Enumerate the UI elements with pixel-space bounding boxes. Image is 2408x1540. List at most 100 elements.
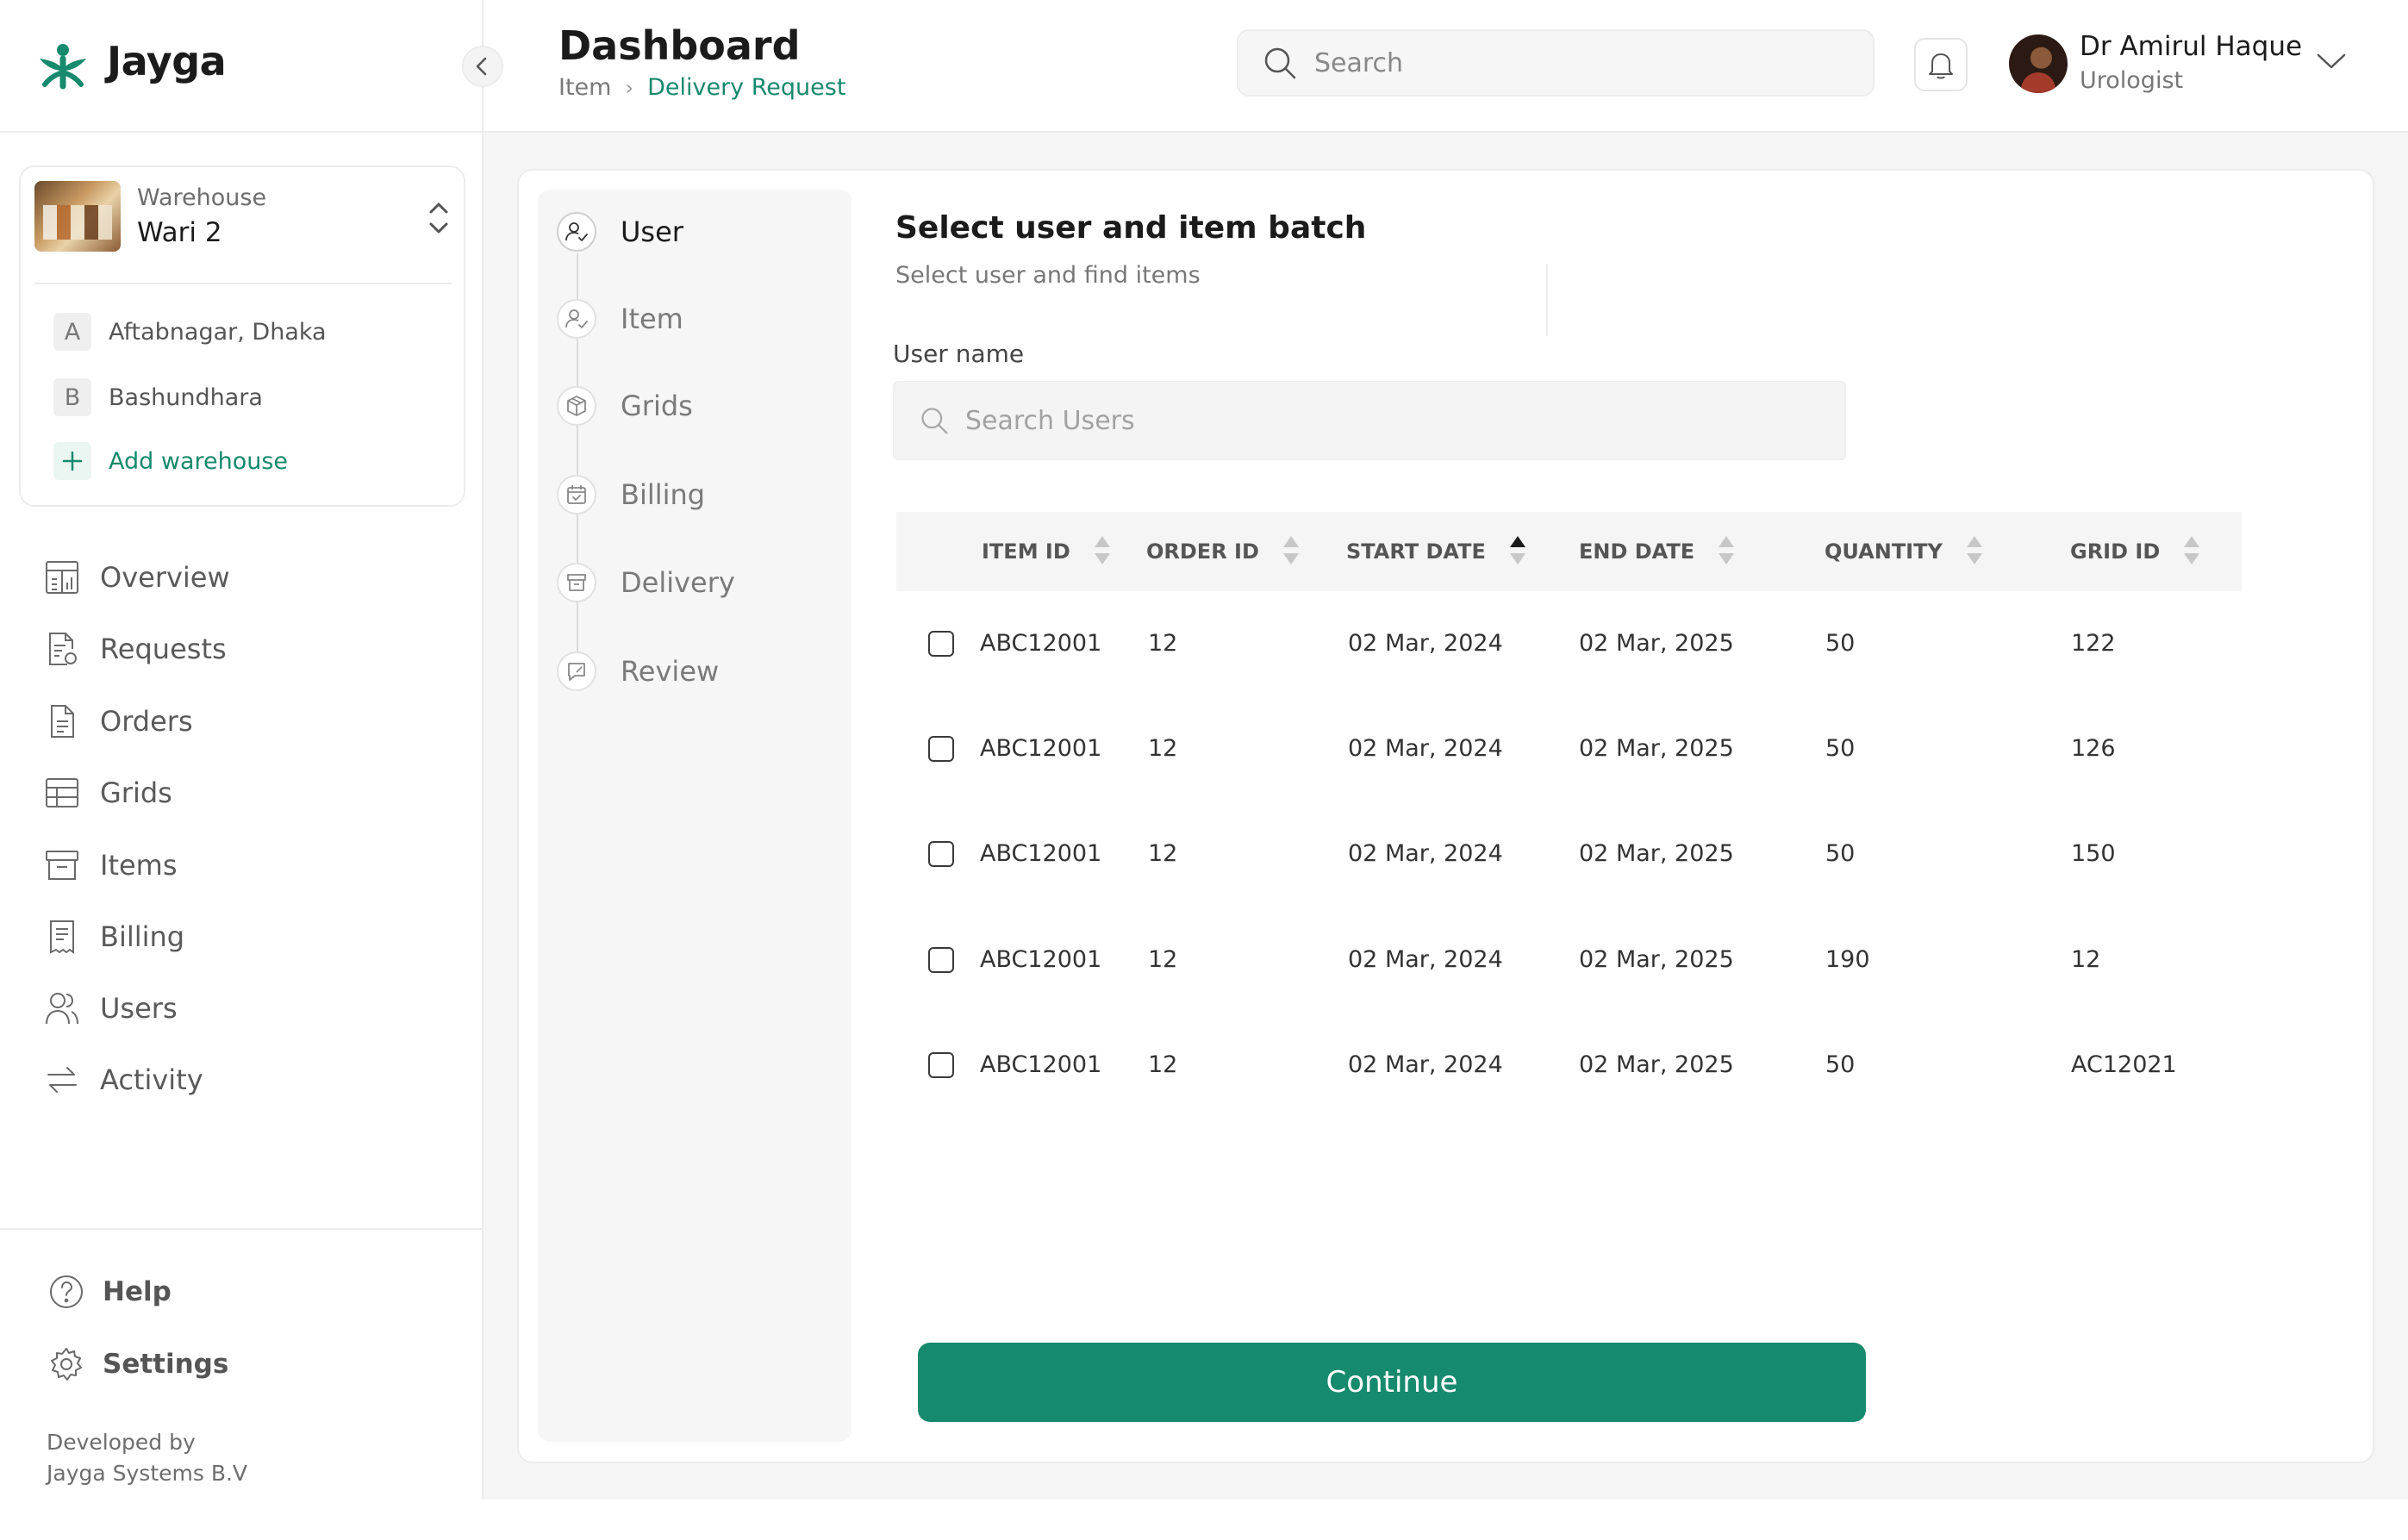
table-row[interactable]: ABC12001 12 02 Mar, 2024 02 Mar, 2025 19… [896,920,2242,999]
step-billing[interactable]: Billing [557,473,705,516]
cell-item-id: ABC12001 [980,629,1102,657]
form-subtitle: Select user and find items [895,262,1201,289]
table-row[interactable]: ABC12001 12 02 Mar, 2024 02 Mar, 2025 50… [896,708,2242,788]
help-link[interactable]: Help [47,1270,172,1313]
column-header-quantity[interactable]: QUANTITY [1825,512,1984,591]
page-title: Dashboard [558,22,801,69]
cell-grid-id: 126 [2071,734,2116,762]
user-name-label: User name [893,340,1025,368]
column-header-end-date[interactable]: END DATE [1579,512,1736,591]
breadcrumb-current: Delivery Request [647,74,846,101]
chevron-up-down-icon[interactable] [426,196,452,240]
cell-quantity: 50 [1825,629,1856,657]
cell-order-id: 12 [1148,629,1178,657]
top-header: Dashboard Item › Delivery Request Dr Ami… [483,0,2408,133]
nav-item-grids[interactable]: Grids [43,771,172,814]
nav-item-activity[interactable]: Activity [43,1058,203,1101]
warehouse-item-label: Bashundhara [109,383,263,411]
cell-item-id: ABC12001 [980,839,1102,867]
notifications-button[interactable] [1914,38,1968,91]
form-title: Select user and item batch [895,210,1367,246]
table-row[interactable]: ABC12001 12 02 Mar, 2024 02 Mar, 2025 50… [896,1025,2242,1104]
user-search-input[interactable] [965,405,1741,436]
table-row[interactable]: ABC12001 12 02 Mar, 2024 02 Mar, 2025 50… [896,603,2242,683]
step-label: Billing [621,478,706,511]
row-checkbox[interactable] [928,736,954,762]
nav-item-orders[interactable]: Orders [43,700,193,743]
row-checkbox[interactable] [928,1052,954,1078]
step-review[interactable]: Review [557,650,719,693]
items-icon [43,846,81,884]
search-icon [1261,44,1299,82]
warehouse-switcher[interactable]: Warehouse Wari 2 A Aftabnagar, Dhaka B B… [19,165,465,507]
bell-icon [1929,53,1953,79]
row-checkbox[interactable] [928,841,954,867]
column-header-start-date[interactable]: START DATE [1346,512,1527,591]
step-item[interactable]: Item [557,297,683,340]
gear-icon [47,1345,85,1383]
chevron-left-icon [476,57,487,76]
step-label: Grids [621,390,693,422]
nav-label: Activity [100,1063,203,1096]
sort-icon[interactable] [2182,534,2201,569]
table-row[interactable]: ABC12001 12 02 Mar, 2024 02 Mar, 2025 50… [896,814,2242,893]
cell-start-date: 02 Mar, 2024 [1348,839,1503,867]
nav-item-requests[interactable]: Requests [43,627,227,670]
warehouse-item-bashundhara[interactable]: B Bashundhara [53,377,263,417]
settings-link[interactable]: Settings [47,1343,228,1386]
step-user[interactable]: User [557,210,683,253]
plus-icon [53,442,91,480]
nav-item-billing[interactable]: Billing [43,915,184,958]
column-header-order-id[interactable]: ORDER ID [1146,512,1301,591]
sort-icon[interactable] [1282,534,1301,569]
user-name: Dr Amirul Haque [2080,31,2303,62]
cell-quantity: 50 [1825,1051,1856,1078]
billing-icon [43,918,81,956]
sort-icon[interactable] [1093,534,1112,569]
cell-grid-id: 12 [2071,945,2101,973]
collapse-sidebar-button[interactable] [462,46,503,87]
nav-item-items[interactable]: Items [43,844,178,887]
cell-item-id: ABC12001 [980,1051,1102,1078]
help-label: Help [103,1276,172,1307]
nav-item-users[interactable]: Users [43,987,178,1030]
developer-credit: Developed by Jayga Systems B.V [47,1427,247,1489]
breadcrumb-item[interactable]: Item [558,74,611,101]
row-checkbox[interactable] [928,947,954,973]
help-icon [47,1273,85,1311]
cell-grid-id: 150 [2071,839,2116,867]
divider [1546,264,1548,336]
add-warehouse-label: Add warehouse [109,447,289,475]
continue-button[interactable]: Continue [918,1343,1866,1422]
jayga-logo-icon [40,44,86,90]
cell-end-date: 02 Mar, 2025 [1579,629,1734,657]
nav-label: Billing [100,920,185,953]
avatar[interactable] [2009,34,2068,93]
search-input[interactable] [1314,47,1831,78]
column-header-item-id[interactable]: ITEM ID [982,512,1112,591]
box-icon [557,386,596,426]
user-search-field[interactable] [893,381,1846,460]
warehouse-item-aftabnagar[interactable]: A Aftabnagar, Dhaka [53,312,327,352]
brand-name: Jayga [107,38,227,84]
global-search[interactable] [1237,29,1875,97]
add-warehouse-button[interactable]: Add warehouse [53,441,288,481]
sort-icon[interactable] [1965,534,1984,569]
divider [34,283,452,284]
sort-ascending-icon[interactable] [1508,534,1527,569]
step-delivery[interactable]: Delivery [557,561,735,604]
user-menu-toggle[interactable] [2314,48,2349,74]
step-grids[interactable]: Grids [557,384,693,427]
column-header-grid-id[interactable]: GRID ID [2070,512,2201,591]
nav-item-overview[interactable]: Overview [43,556,230,599]
cell-end-date: 02 Mar, 2025 [1579,734,1734,762]
sort-icon[interactable] [1717,534,1736,569]
cell-quantity: 50 [1825,839,1856,867]
user-check-icon [557,299,596,339]
chevron-down-icon [2317,53,2346,69]
calendar-check-icon [557,475,596,514]
items-table-header: ITEM ID ORDER ID START DATE END DATE QUA… [896,512,2242,591]
step-label: Delivery [621,566,735,599]
warehouse-label: Warehouse [137,184,267,211]
row-checkbox[interactable] [928,631,954,657]
